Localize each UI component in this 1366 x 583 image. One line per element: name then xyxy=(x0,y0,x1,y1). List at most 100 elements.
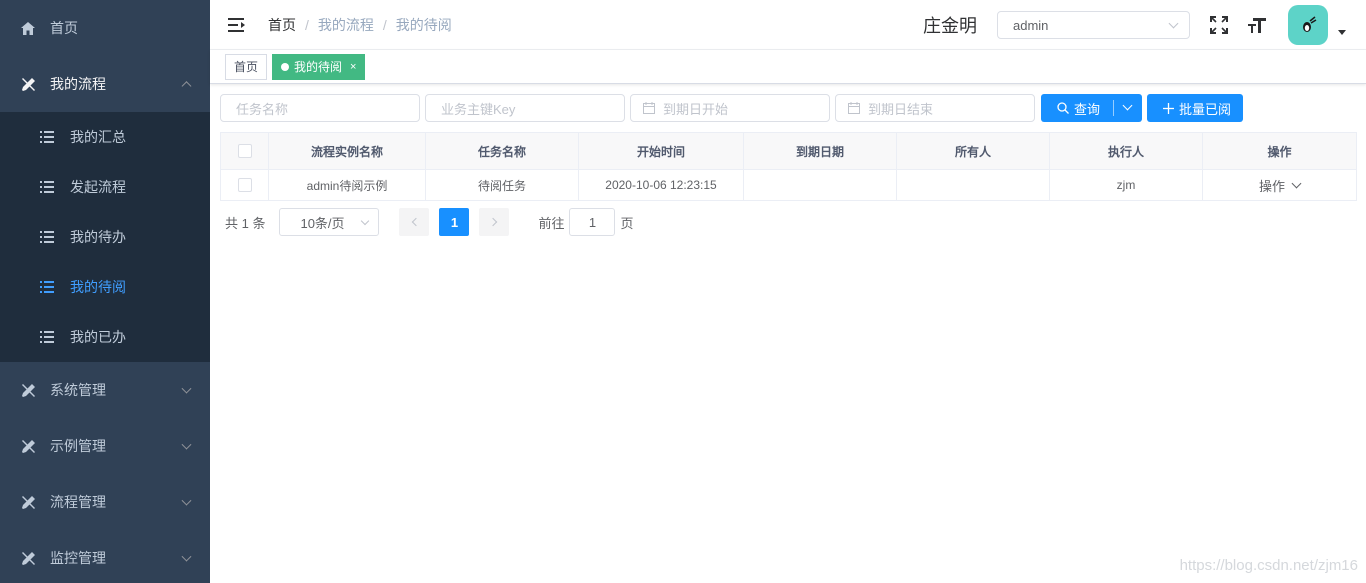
column-header: 任务名称 xyxy=(425,132,579,170)
font-size-icon[interactable] xyxy=(1246,14,1268,36)
goto-page-input[interactable]: 1 xyxy=(569,208,616,236)
batch-read-button[interactable]: 批量已阅 xyxy=(1147,94,1243,122)
query-label: 查询 xyxy=(1074,101,1101,117)
hamburger-icon[interactable] xyxy=(226,15,246,35)
chevron-right-icon xyxy=(488,217,498,227)
chevron-down-icon xyxy=(181,439,192,450)
sidebar-item-label: 我的待办 xyxy=(70,229,126,245)
fullscreen-icon[interactable] xyxy=(1208,14,1230,36)
next-page-button[interactable] xyxy=(479,208,510,236)
task-table: 流程实例名称 任务名称 开始时间 到期日期 所有人 执行人 操作 admin待阅… xyxy=(220,132,1357,201)
chevron-down-icon xyxy=(1168,18,1179,29)
sidebar-item-example[interactable]: 示例管理 xyxy=(0,418,210,474)
chevron-down-icon xyxy=(181,383,192,394)
breadcrumb: 首页 / 我的流程 / 我的待阅 xyxy=(268,15,452,35)
search-icon xyxy=(1057,102,1069,114)
sidebar-item-label: 首页 xyxy=(50,20,78,36)
cell-action: 操作 xyxy=(1202,169,1357,201)
page-size-value: 10条/页 xyxy=(300,215,345,231)
sidebar-item-to-read[interactable]: 我的待阅 xyxy=(0,262,210,312)
cell-due-date xyxy=(743,169,897,201)
tag-home[interactable]: 首页 xyxy=(225,53,268,80)
page-number-current[interactable]: 1 xyxy=(439,208,470,236)
role-select[interactable]: admin xyxy=(997,11,1190,39)
query-button[interactable]: 查询 xyxy=(1041,94,1142,122)
calendar-icon xyxy=(848,102,860,114)
table-header-row: 流程实例名称 任务名称 开始时间 到期日期 所有人 执行人 操作 xyxy=(220,132,1357,170)
chevron-down-icon[interactable] xyxy=(1122,100,1133,111)
close-icon[interactable]: × xyxy=(350,61,356,73)
cell-start-time: 2020-10-06 12:23:15 xyxy=(578,169,744,201)
business-key-input[interactable]: 业务主键Key xyxy=(425,94,625,122)
chevron-down-icon xyxy=(181,551,192,562)
sidebar-item-label: 系统管理 xyxy=(50,382,106,398)
column-header: 到期日期 xyxy=(743,132,897,170)
avatar[interactable] xyxy=(1288,5,1328,45)
tag-to-read[interactable]: 我的待阅 × xyxy=(272,53,366,80)
list-icon xyxy=(40,281,54,293)
breadcrumb-my-process[interactable]: 我的流程 xyxy=(318,15,374,35)
breadcrumb-separator: / xyxy=(382,16,387,33)
row-select[interactable] xyxy=(220,169,269,201)
tools-icon xyxy=(20,494,36,510)
page-suffix: 页 xyxy=(620,215,634,231)
sidebar-item-todo[interactable]: 我的待办 xyxy=(0,212,210,262)
action-label: 操作 xyxy=(1258,178,1285,194)
cell-owner xyxy=(896,169,1050,201)
sidebar-item-label: 我的待阅 xyxy=(70,279,126,295)
header-select-all[interactable] xyxy=(220,132,269,170)
sidebar-item-done[interactable]: 我的已办 xyxy=(0,312,210,362)
list-icon xyxy=(40,181,54,193)
sidebar-item-label: 我的流程 xyxy=(50,76,106,92)
due-end-placeholder: 到期日结束 xyxy=(868,101,934,117)
tags-view: 首页 我的待阅 × xyxy=(210,50,1366,84)
button-divider xyxy=(1113,100,1114,116)
avatar-image-icon xyxy=(1303,16,1317,32)
batch-read-label: 批量已阅 xyxy=(1179,101,1232,117)
home-icon xyxy=(20,20,36,36)
pagination-total: 共 1 条 xyxy=(225,215,266,231)
checkbox[interactable] xyxy=(237,178,252,193)
goto-label: 前往 xyxy=(538,215,565,231)
page-size-select[interactable]: 10条/页 xyxy=(279,208,380,236)
chevron-down-icon xyxy=(181,495,192,506)
sidebar-item-my-process[interactable]: 我的流程 xyxy=(0,56,210,112)
sidebar-item-label: 我的已办 xyxy=(70,329,126,345)
sidebar-item-label: 流程管理 xyxy=(50,494,106,510)
sidebar-item-start-process[interactable]: 发起流程 xyxy=(0,162,210,212)
cell-instance-name: admin待阅示例 xyxy=(268,169,426,201)
task-name-input[interactable]: 任务名称 xyxy=(220,94,420,122)
plus-icon xyxy=(1163,102,1174,114)
role-select-value: admin xyxy=(1013,17,1049,33)
sidebar-item-home[interactable]: 首页 xyxy=(0,0,210,56)
username: 庄金明 xyxy=(923,16,977,36)
sidebar-item-monitor[interactable]: 监控管理 xyxy=(0,530,210,583)
list-icon xyxy=(40,131,54,143)
chevron-up-icon xyxy=(181,81,192,92)
due-start-placeholder: 到期日开始 xyxy=(663,101,729,117)
cell-task-name: 待阅任务 xyxy=(425,169,579,201)
tag-label: 我的待阅 xyxy=(294,60,343,74)
sidebar-item-label: 我的汇总 xyxy=(70,129,126,145)
tools-icon xyxy=(20,550,36,566)
column-header: 操作 xyxy=(1202,132,1357,170)
due-start-date-picker[interactable]: 到期日开始 xyxy=(630,94,830,122)
header-right: 庄金明 admin xyxy=(923,0,1366,50)
chevron-down-icon xyxy=(361,216,370,226)
sidebar: 首页 我的流程 我的汇总 发起流程 我的待办 我的待阅 我的已办 系统管理 示例… xyxy=(0,0,210,583)
breadcrumb-home[interactable]: 首页 xyxy=(268,15,296,35)
table-row[interactable]: admin待阅示例 待阅任务 2020-10-06 12:23:15 zjm 操… xyxy=(220,169,1357,201)
breadcrumb-current: 我的待阅 xyxy=(395,16,452,33)
sidebar-item-system[interactable]: 系统管理 xyxy=(0,362,210,418)
prev-page-button[interactable] xyxy=(399,208,430,236)
due-end-date-picker[interactable]: 到期日结束 xyxy=(835,94,1035,122)
column-header: 流程实例名称 xyxy=(268,132,426,170)
action-dropdown[interactable]: 操作 xyxy=(1258,176,1302,195)
column-header: 执行人 xyxy=(1049,132,1203,170)
checkbox[interactable] xyxy=(237,144,252,159)
cell-assignee: zjm xyxy=(1049,169,1203,201)
sidebar-item-summary[interactable]: 我的汇总 xyxy=(0,112,210,162)
pagination: 共 1 条 10条/页 1 前往 1 页 xyxy=(220,208,1356,236)
sidebar-item-process-mgmt[interactable]: 流程管理 xyxy=(0,474,210,530)
caret-down-icon[interactable] xyxy=(1338,29,1346,35)
